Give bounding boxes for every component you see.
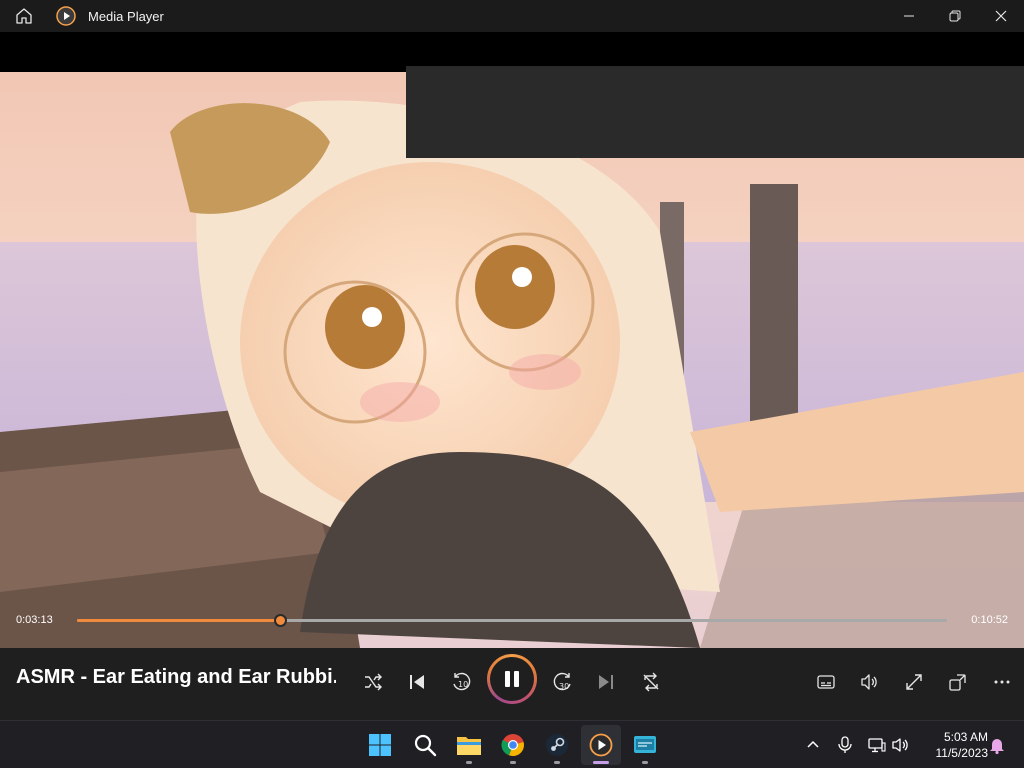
active-indicator [593, 761, 609, 764]
minimize-icon [904, 15, 914, 17]
windows-start-icon [369, 734, 391, 756]
running-indicator [554, 761, 560, 764]
rewind-10-button[interactable]: 10 [441, 662, 481, 702]
seek-row: 0:03:13 0:10:52 [0, 606, 1024, 636]
chrome-icon [501, 734, 524, 757]
volume-icon [861, 674, 877, 690]
taskbar: 5:03 AM 11/5/2023 [0, 720, 1024, 768]
show-hidden-icons-button[interactable] [801, 733, 825, 757]
clock-date: 11/5/2023 [935, 746, 989, 760]
taskbar-file-explorer[interactable] [449, 725, 489, 765]
previous-button[interactable] [397, 662, 437, 702]
subtitles-button[interactable] [806, 662, 846, 702]
network-tray[interactable] [865, 733, 889, 757]
controls-bar: ASMR - Ear Eating and Ear Rubbi... 10 30 [0, 648, 1024, 720]
previous-icon [410, 675, 424, 689]
video-frame[interactable] [0, 72, 1024, 648]
notification-bell-icon [990, 739, 1004, 754]
minimize-button[interactable] [886, 0, 932, 32]
volume-button[interactable] [850, 662, 890, 702]
svg-text:10: 10 [458, 680, 468, 689]
running-indicator [642, 761, 648, 764]
restore-icon [949, 10, 961, 22]
taskbar-search[interactable] [405, 725, 445, 765]
microphone-tray[interactable] [833, 733, 857, 757]
home-button[interactable] [0, 0, 48, 32]
rewind-10-icon: 10 [453, 672, 471, 691]
play-pause-button[interactable] [487, 654, 537, 704]
volume-tray[interactable] [889, 733, 913, 757]
chevron-up-icon [807, 740, 819, 748]
title-bar: Media Player [0, 0, 1024, 32]
fullscreen-button[interactable] [894, 662, 934, 702]
fullscreen-icon [906, 674, 922, 690]
steam-icon [546, 734, 568, 756]
speaker-icon [892, 738, 908, 752]
clock-time: 5:03 AM [943, 730, 988, 744]
seek-bar[interactable] [77, 614, 947, 627]
taskbar-steam[interactable] [537, 725, 577, 765]
forward-30-icon: 30 [553, 672, 571, 691]
pause-icon [505, 671, 519, 687]
video-overlay [406, 66, 1024, 158]
seek-progress [77, 619, 280, 622]
close-button[interactable] [978, 0, 1024, 32]
start-button[interactable] [360, 725, 400, 765]
media-player-icon [56, 6, 76, 26]
taskbar-chrome[interactable] [493, 725, 533, 765]
video-stage[interactable] [0, 32, 1024, 648]
more-options-button[interactable] [982, 662, 1022, 702]
forward-30-button[interactable]: 30 [543, 662, 583, 702]
media-title: ASMR - Ear Eating and Ear Rubbi... [16, 666, 336, 688]
total-time: 0:10:52 [971, 614, 1008, 626]
next-icon [599, 675, 613, 689]
repeat-button[interactable] [631, 662, 671, 702]
taskbar-remote-desktop[interactable] [625, 725, 665, 765]
shuffle-button[interactable] [353, 662, 393, 702]
remote-desktop-icon [634, 736, 656, 753]
more-icon [994, 680, 1010, 684]
svg-text:30: 30 [559, 682, 569, 691]
network-icon [868, 738, 886, 753]
running-indicator [466, 761, 472, 764]
notifications-button[interactable] [985, 733, 1009, 757]
restore-button[interactable] [932, 0, 978, 32]
running-indicator [510, 761, 516, 764]
window-title: Media Player [88, 8, 164, 24]
next-button[interactable] [586, 662, 626, 702]
current-time: 0:03:13 [16, 614, 53, 626]
microphone-icon [838, 736, 852, 753]
file-explorer-icon [457, 737, 481, 755]
media-player-icon [589, 733, 613, 757]
taskbar-clock[interactable]: 5:03 AM 11/5/2023 [918, 729, 989, 761]
shuffle-icon [365, 673, 382, 691]
home-icon [16, 8, 32, 24]
repeat-off-icon [643, 672, 659, 692]
search-icon [414, 734, 437, 757]
mini-player-button[interactable] [938, 662, 978, 702]
mini-player-icon [949, 674, 966, 691]
subtitles-icon [817, 675, 835, 689]
taskbar-media-player[interactable] [581, 725, 621, 765]
seek-thumb[interactable] [273, 614, 287, 627]
close-icon [995, 10, 1007, 22]
